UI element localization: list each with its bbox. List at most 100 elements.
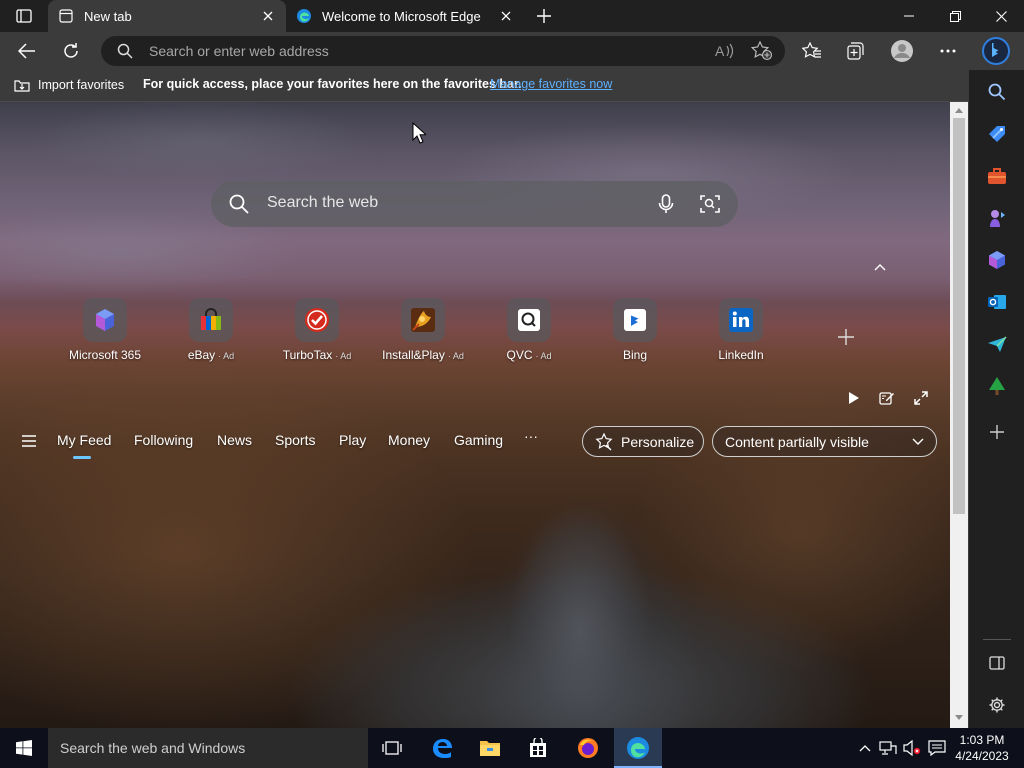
- ad-badge: · Ad: [447, 351, 464, 361]
- minimize-button[interactable]: [886, 0, 932, 32]
- new-tab-button[interactable]: [530, 4, 558, 28]
- quick-link-install-play[interactable]: Install&Play · Ad: [375, 298, 471, 368]
- taskbar-edge-legacy[interactable]: [418, 728, 466, 768]
- taskbar-clock[interactable]: 1:03 PM 4/24/2023: [950, 732, 1014, 764]
- profile-button[interactable]: [886, 35, 918, 67]
- edit-background-button[interactable]: [876, 387, 898, 409]
- sidebar-games[interactable]: [985, 206, 1009, 230]
- personalize-button[interactable]: Personalize: [582, 426, 704, 457]
- personalize-star-icon: [595, 432, 613, 450]
- sidebar-settings[interactable]: [985, 693, 1009, 717]
- import-favorites-button[interactable]: Import favorites: [13, 77, 124, 93]
- taskbar-firefox[interactable]: [564, 728, 612, 768]
- feed-more-button[interactable]: ···: [524, 428, 538, 444]
- arrow-left-icon: [18, 43, 35, 59]
- feed-tab-news[interactable]: News: [217, 432, 252, 448]
- tile-label: Install&Play: [382, 348, 445, 362]
- feed-tab-money[interactable]: Money: [388, 432, 430, 448]
- address-bar[interactable]: Search or enter web address A: [101, 36, 785, 66]
- feed-tab-play[interactable]: Play: [339, 432, 366, 448]
- feed-tab-gaming[interactable]: Gaming: [454, 432, 503, 448]
- sidebar-search[interactable]: [985, 80, 1009, 104]
- scrollbar-thumb[interactable]: [953, 118, 965, 514]
- feed-tab-following[interactable]: Following: [134, 432, 193, 448]
- address-bar-placeholder: Search or enter web address: [149, 43, 329, 59]
- visual-search-icon[interactable]: [699, 193, 721, 215]
- firefox-icon: [578, 738, 598, 758]
- taskbar-file-explorer[interactable]: [466, 728, 514, 768]
- sidebar-tree[interactable]: [985, 374, 1009, 398]
- tray-show-hidden-button[interactable]: [856, 739, 874, 757]
- sidebar-shopping[interactable]: [985, 122, 1009, 146]
- tab-new-tab[interactable]: New tab: [48, 0, 286, 32]
- add-quick-link-button[interactable]: [834, 325, 858, 349]
- import-icon: [14, 80, 30, 92]
- edge-icon: [627, 737, 649, 759]
- bing-chat-button[interactable]: [980, 35, 1012, 67]
- microphone-icon[interactable]: [655, 193, 677, 215]
- tab-title: Welcome to Microsoft Edge: [322, 8, 481, 24]
- tab-close-button[interactable]: [498, 8, 514, 24]
- taskbar-edge[interactable]: [614, 728, 662, 768]
- quick-link-bing[interactable]: Bing: [587, 298, 683, 368]
- plus-icon: [537, 9, 551, 23]
- sidebar-drop[interactable]: [985, 332, 1009, 356]
- scroll-down-arrow-icon[interactable]: [954, 714, 964, 722]
- taskbar-store[interactable]: [514, 728, 562, 768]
- more-horizontal-icon: [940, 49, 956, 53]
- sidebar-add-button[interactable]: [985, 420, 1009, 444]
- web-search-box[interactable]: Search the web: [211, 181, 738, 227]
- read-aloud-icon[interactable]: A: [715, 42, 735, 60]
- quick-link-ebay[interactable]: eBay · Ad: [163, 298, 259, 368]
- start-button[interactable]: [0, 728, 48, 768]
- sidebar-microsoft-365[interactable]: [985, 248, 1009, 272]
- quick-link-turbotax[interactable]: TurboTax · Ad: [269, 298, 365, 368]
- restore-button[interactable]: [932, 0, 978, 32]
- refresh-button[interactable]: [55, 35, 87, 67]
- quick-link-linkedin[interactable]: LinkedIn: [693, 298, 789, 368]
- content-visibility-dropdown[interactable]: Content partially visible: [712, 426, 937, 457]
- content-visibility-label: Content partially visible: [725, 433, 869, 450]
- close-icon: [263, 11, 273, 21]
- game-art-icon: [401, 298, 445, 342]
- sidebar-tools[interactable]: [985, 164, 1009, 188]
- personalize-label: Personalize: [621, 433, 695, 450]
- quick-link-microsoft-365[interactable]: Microsoft 365: [57, 298, 153, 368]
- tab-welcome[interactable]: Welcome to Microsoft Edge: [286, 0, 524, 32]
- favorites-button[interactable]: [796, 35, 828, 67]
- tab-title: New tab: [84, 8, 132, 24]
- back-button[interactable]: [11, 35, 43, 67]
- favorites-star-icon: [802, 42, 821, 58]
- task-view-icon: [382, 741, 402, 755]
- tray-action-center-button[interactable]: [928, 739, 946, 757]
- ad-badge: · Ad: [535, 351, 552, 361]
- collections-button[interactable]: [840, 35, 872, 67]
- tray-network-button[interactable]: [879, 739, 897, 757]
- feed-tab-my-feed[interactable]: My Feed: [57, 432, 111, 459]
- tab-actions-icon: [16, 9, 32, 23]
- taskbar-search-box[interactable]: Search the web and Windows: [48, 728, 368, 768]
- sidebar-outlook[interactable]: [985, 290, 1009, 314]
- play-background-button[interactable]: [843, 387, 865, 409]
- chevron-down-icon: [912, 438, 924, 445]
- settings-more-button[interactable]: [932, 35, 964, 67]
- collapse-quick-links-button[interactable]: [870, 259, 890, 275]
- hamburger-menu-icon[interactable]: [20, 433, 38, 449]
- quick-link-qvc[interactable]: QVC · Ad: [481, 298, 577, 368]
- restore-icon: [949, 10, 961, 22]
- add-favorite-icon[interactable]: [751, 41, 773, 61]
- windows-taskbar: Search the web and Windows 1:03 PM 4/24/…: [0, 728, 1024, 768]
- task-view-button[interactable]: [368, 728, 416, 768]
- tile-label: Microsoft 365: [68, 348, 142, 362]
- page-scrollbar[interactable]: [950, 102, 968, 728]
- close-window-button[interactable]: [978, 0, 1024, 32]
- tab-close-button[interactable]: [260, 8, 276, 24]
- expand-background-button[interactable]: [910, 387, 932, 409]
- manage-favorites-link[interactable]: Manage favorites now: [490, 77, 612, 91]
- scroll-up-arrow-icon[interactable]: [954, 106, 964, 114]
- tray-volume-button[interactable]: [903, 739, 921, 757]
- feed-tab-sports[interactable]: Sports: [275, 432, 315, 448]
- hide-sidebar-button[interactable]: [985, 651, 1009, 675]
- tab-actions-button[interactable]: [8, 4, 40, 28]
- tile-label: eBay: [187, 348, 216, 362]
